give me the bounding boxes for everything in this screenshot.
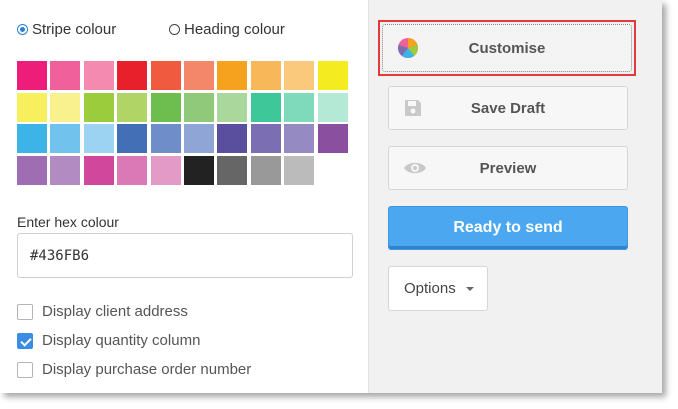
checkbox-empty-icon [17, 303, 33, 320]
colour-swatch[interactable] [250, 124, 281, 154]
colour-wheel-icon [397, 37, 419, 59]
colour-target-selector: Stripe colour Heading colour [17, 21, 368, 41]
colour-swatch[interactable] [117, 92, 148, 122]
eye-icon [403, 160, 427, 176]
colour-swatch[interactable] [50, 156, 81, 186]
invoice-design-panel: Stripe colour Heading colour Enter hex c… [0, 0, 662, 393]
colour-swatch[interactable] [250, 156, 281, 186]
colour-swatch-grid [17, 61, 348, 186]
radio-unselected-icon [169, 24, 180, 35]
colour-swatch[interactable] [317, 92, 348, 122]
purchase-order-checkbox[interactable]: Display purchase order number [17, 361, 251, 378]
colour-swatch[interactable] [284, 124, 315, 154]
stripe-colour-label: Stripe colour [32, 21, 117, 38]
quantity-column-checkbox[interactable]: Display quantity column [17, 332, 200, 349]
colour-swatch[interactable] [150, 92, 181, 122]
colour-swatch[interactable] [50, 92, 81, 122]
save-draft-button[interactable]: Save Draft [388, 86, 628, 130]
colour-swatch[interactable] [183, 156, 214, 186]
customise-label: Customise [468, 39, 546, 57]
checkbox-empty-icon [17, 361, 33, 378]
colour-swatch[interactable] [217, 61, 248, 90]
heading-colour-label: Heading colour [184, 21, 285, 38]
save-icon [403, 98, 423, 118]
radio-selected-icon [17, 24, 28, 35]
ready-to-send-button[interactable]: Ready to send [388, 206, 628, 250]
colour-swatch[interactable] [217, 92, 248, 122]
options-label: Options [404, 280, 456, 297]
colour-swatch[interactable] [183, 124, 214, 154]
colour-swatch[interactable] [83, 156, 114, 186]
caret-down-icon [465, 286, 474, 291]
colour-swatch[interactable] [150, 124, 181, 154]
ready-to-send-label: Ready to send [453, 219, 563, 236]
stripe-colour-radio[interactable]: Stripe colour [17, 21, 116, 38]
colour-swatch[interactable] [284, 61, 315, 90]
quantity-column-label: Display quantity column [42, 332, 201, 349]
colour-swatch[interactable] [83, 124, 114, 154]
preview-label: Preview [479, 159, 537, 177]
colour-swatch[interactable] [284, 92, 315, 122]
colour-swatch[interactable] [17, 124, 47, 154]
colour-swatch[interactable] [117, 61, 148, 90]
purchase-order-label: Display purchase order number [42, 361, 252, 378]
colour-swatch[interactable] [150, 156, 181, 186]
colour-swatch[interactable] [183, 92, 214, 122]
hex-colour-input[interactable] [17, 233, 353, 278]
colour-swatch[interactable] [117, 156, 148, 186]
colour-swatch[interactable] [117, 124, 148, 154]
colour-swatch[interactable] [17, 156, 47, 186]
colour-swatch[interactable] [83, 61, 114, 90]
save-draft-label: Save Draft [470, 99, 546, 117]
colour-swatch[interactable] [317, 61, 348, 90]
colour-swatch[interactable] [217, 124, 248, 154]
client-address-label: Display client address [42, 303, 188, 320]
colour-swatch[interactable] [217, 156, 248, 186]
heading-colour-radio[interactable]: Heading colour [169, 21, 285, 38]
colour-swatch[interactable] [83, 92, 114, 122]
colour-swatch[interactable] [250, 92, 281, 122]
colour-swatch[interactable] [183, 61, 214, 90]
colour-swatch[interactable] [150, 61, 181, 90]
colour-swatch[interactable] [284, 156, 315, 186]
colour-swatch[interactable] [317, 124, 348, 154]
hex-colour-label: Enter hex colour [17, 214, 119, 230]
colour-swatch[interactable] [50, 124, 81, 154]
colour-swatch[interactable] [17, 92, 47, 122]
colour-swatch[interactable] [17, 61, 47, 90]
colour-settings-panel: Stripe colour Heading colour Enter hex c… [0, 0, 369, 393]
customise-button[interactable]: Customise [382, 24, 632, 72]
client-address-checkbox[interactable]: Display client address [17, 303, 188, 320]
preview-button[interactable]: Preview [388, 146, 628, 190]
checkbox-checked-icon [17, 332, 33, 349]
colour-swatch[interactable] [250, 61, 281, 90]
colour-swatch[interactable] [50, 61, 81, 90]
options-dropdown[interactable]: Options [388, 266, 488, 311]
